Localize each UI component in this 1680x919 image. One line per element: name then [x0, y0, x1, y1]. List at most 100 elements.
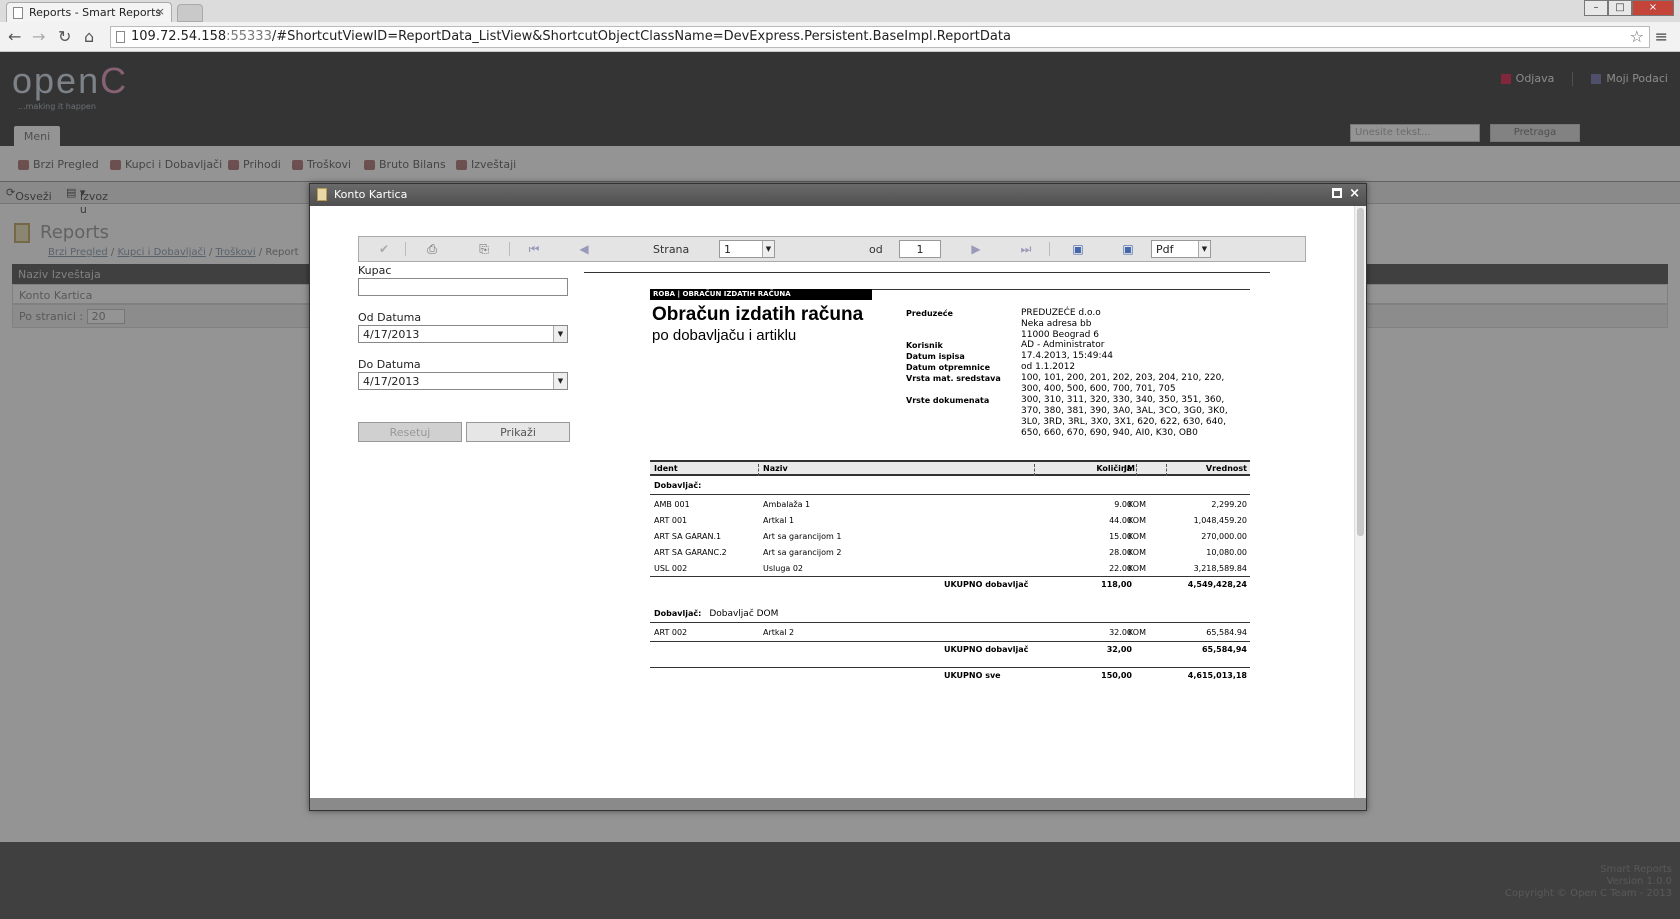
grand-total-label: UKUPNO sve — [944, 671, 1001, 680]
cell-jm: KOM — [1128, 548, 1147, 557]
group-total-row: UKUPNO dobavljač 118,00 4,549,428,24 — [650, 580, 1250, 592]
submit-params-icon[interactable]: ✔ — [377, 242, 391, 256]
show-button[interactable]: Prikaži — [466, 422, 570, 442]
url-input[interactable]: 109.72.54.158:55333/#ShortcutViewID=Repo… — [110, 26, 1650, 48]
first-page-icon[interactable]: ⏮ — [527, 242, 541, 256]
next-page-icon[interactable]: ▶ — [969, 242, 983, 256]
divider — [650, 494, 1250, 495]
of-label: od — [869, 243, 883, 256]
maximize-icon[interactable]: □ — [1608, 0, 1632, 16]
window-controls: – □ × — [1584, 0, 1674, 16]
maximize-icon[interactable] — [1332, 188, 1342, 198]
address-bar-row: ← → ↻ ⌂ 109.72.54.158:55333/#ShortcutVie… — [0, 22, 1680, 52]
cell-jm: KOM — [1128, 532, 1147, 541]
meta-value: AD - Administrator — [1021, 340, 1105, 350]
meta-value: PREDUZEĆE d.o.o Neka adresa bb 11000 Beo… — [1021, 308, 1101, 340]
group-label: Dobavljač: — [654, 481, 702, 490]
grand-total-kolicina: 150,00 — [1101, 671, 1132, 680]
close-tab-icon[interactable]: × — [156, 5, 165, 18]
bookmark-star-icon[interactable]: ☆ — [1630, 27, 1644, 46]
export-format-select[interactable]: Pdf ▼ — [1151, 240, 1211, 258]
browser-tab-title: Reports - Smart Reports — [29, 6, 162, 19]
column-header-ident: Ident — [654, 464, 678, 473]
od-datuma-label: Od Datuma — [358, 311, 422, 324]
cell-vrednost: 3,218,589.84 — [1193, 564, 1247, 573]
cell-ident: ART SA GARAN.1 — [654, 532, 722, 541]
reset-button[interactable]: Resetuj — [358, 422, 462, 442]
table-row: USL 002 Usluga 02 22.00 KOM 3,218,589.84 — [650, 564, 1250, 576]
meta-label: Preduzeće — [906, 309, 953, 318]
browser-tab-bar: Reports - Smart Reports × – □ × — [0, 0, 1680, 22]
cell-jm: KOM — [1128, 500, 1147, 509]
browser-tab-active[interactable]: Reports - Smart Reports × — [6, 2, 172, 22]
url-port: :55333 — [226, 29, 272, 44]
cell-naziv: Ambalaža 1 — [763, 500, 811, 509]
scrollbar-thumb[interactable] — [1357, 208, 1364, 536]
chevron-down-icon[interactable]: ▼ — [553, 373, 567, 389]
chevron-down-icon[interactable]: ▼ — [553, 326, 567, 342]
table-row: AMB 001 Ambalaža 1 9.00 KOM 2,299.20 — [650, 500, 1250, 512]
last-page-icon[interactable]: ⏭ — [1019, 242, 1033, 256]
cell-jm: KOM — [1128, 628, 1147, 637]
cell-ident: ART SA GARANC.2 — [654, 548, 727, 557]
print-page-icon[interactable]: ⎘ — [477, 242, 491, 256]
kupac-field[interactable] — [358, 278, 568, 296]
dialog-resize-bar[interactable] — [310, 798, 1366, 810]
table-row: ART SA GARANC.2 Art sa garancijom 2 28.0… — [650, 548, 1250, 560]
report-title: Obračun izdatih računa — [652, 304, 864, 325]
cell-vrednost: 10,080.00 — [1206, 548, 1247, 557]
page-icon — [116, 31, 125, 43]
save-window-icon[interactable]: ▣ — [1121, 242, 1135, 256]
cell-vrednost: 270,000.00 — [1201, 532, 1247, 541]
forward-arrow-icon[interactable]: → — [32, 27, 45, 46]
grand-total-row: UKUPNO sve 150,00 4,615,013,18 — [650, 671, 1250, 683]
report-table-header: Ident Naziv Količina JM Vrednost — [650, 460, 1250, 476]
group-total-row: UKUPNO dobavljač 32,00 65,584,94 — [650, 645, 1250, 657]
divider — [650, 622, 1250, 623]
cell-ident: AMB 001 — [654, 500, 690, 509]
report-subtitle: po dobavljaču i artiklu — [652, 327, 797, 344]
url-host: 109.72.54.158 — [131, 29, 227, 44]
divider — [650, 641, 1250, 642]
page-select[interactable]: 1 ▼ — [719, 240, 775, 258]
table-row: ART 001 Artkal 1 44.00 KOM 1,048,459.20 — [650, 516, 1250, 528]
cell-vrednost: 2,299.20 — [1211, 500, 1247, 509]
dialog-scrollbar[interactable] — [1354, 206, 1366, 798]
reload-icon[interactable]: ↻ — [58, 27, 71, 46]
url-path: /#ShortcutViewID=ReportData_ListView&Sho… — [271, 29, 1011, 44]
od-datuma-value: 4/17/2013 — [363, 328, 420, 341]
total-kolicina: 118,00 — [1101, 580, 1132, 589]
home-icon[interactable]: ⌂ — [84, 27, 94, 46]
save-icon[interactable]: ▣ — [1071, 242, 1085, 256]
od-datuma-field[interactable]: 4/17/2013 ▼ — [358, 325, 568, 343]
total-label: UKUPNO dobavljač — [944, 645, 1029, 654]
column-header-naziv: Naziv — [763, 464, 788, 473]
column-header-vrednost: Vrednost — [1205, 464, 1247, 473]
cell-naziv: Art sa garancijom 2 — [763, 548, 842, 557]
do-datuma-field[interactable]: 4/17/2013 ▼ — [358, 372, 568, 390]
divider — [650, 667, 1250, 668]
dialog-title-bar[interactable]: Konto Kartica × — [310, 184, 1366, 206]
meta-label: Vrste dokumenata — [906, 396, 990, 405]
cell-jm: KOM — [1128, 564, 1147, 573]
new-tab-button[interactable] — [177, 4, 203, 22]
back-arrow-icon[interactable]: ← — [8, 27, 21, 46]
minimize-icon[interactable]: – — [1584, 0, 1608, 16]
browser-menu-icon[interactable]: ≡ — [1655, 27, 1668, 46]
page-count-field: 1 — [899, 240, 941, 258]
cell-naziv: Artkal 2 — [763, 628, 795, 637]
report-dialog: Konto Kartica × ✔ ⎙ ⎘ ⏮ ◀ Strana 1 ▼ od 1… — [309, 183, 1367, 811]
previous-page-icon[interactable]: ◀ — [577, 242, 591, 256]
group-name: Dobavljač DOM — [709, 609, 779, 619]
group-header: Dobavljač: Dobavljač DOM — [654, 609, 778, 619]
page-label: Strana — [653, 243, 690, 256]
chevron-down-icon: ▼ — [762, 241, 774, 257]
print-icon[interactable]: ⎙ — [425, 242, 439, 256]
kupac-label: Kupac — [358, 264, 392, 277]
close-icon[interactable]: × — [1349, 186, 1360, 201]
window-close-icon[interactable]: × — [1632, 0, 1674, 16]
meta-label: Korisnik — [906, 341, 943, 350]
do-datuma-label: Do Datuma — [358, 358, 421, 371]
cell-jm: KOM — [1128, 516, 1147, 525]
grand-total-vrednost: 4,615,013,18 — [1187, 671, 1247, 680]
